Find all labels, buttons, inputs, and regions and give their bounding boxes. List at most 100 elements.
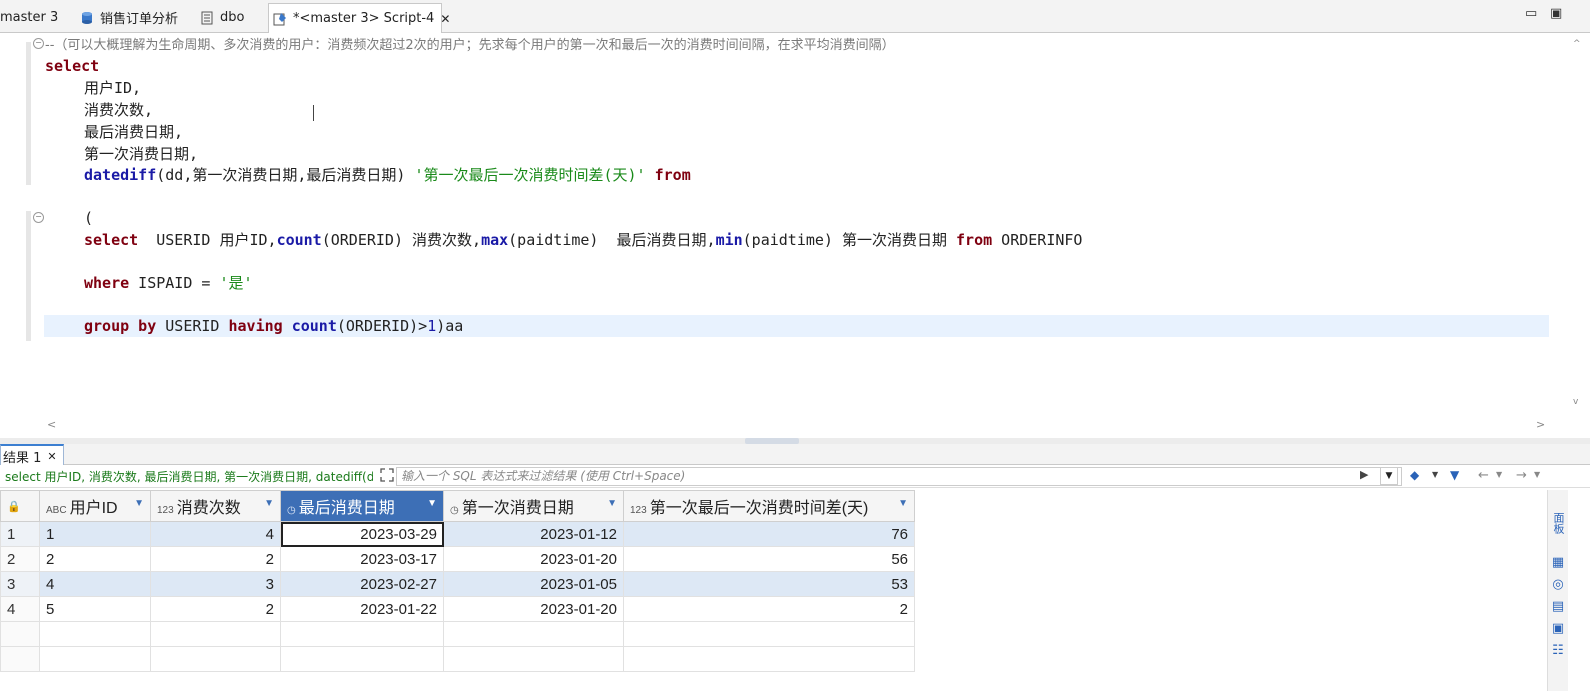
- fold-toggle-icon[interactable]: −: [33, 212, 44, 223]
- column-label: 第一次最后一次消费时间差(天): [649, 500, 869, 517]
- cell[interactable]: 1: [39, 521, 151, 547]
- tab-script-4[interactable]: *<master 3> Script-4 ✕: [268, 3, 450, 33]
- scroll-down-icon[interactable]: v: [1573, 397, 1578, 407]
- sort-dropdown-icon[interactable]: ▼: [264, 498, 274, 509]
- record-view-icon[interactable]: ◎: [1551, 578, 1565, 592]
- code-line-5: 最后消费日期,: [84, 123, 184, 141]
- cell[interactable]: 2023-01-20: [443, 596, 624, 622]
- tab-master-3[interactable]: master 3: [0, 4, 58, 31]
- editor-horizontal-scrollbar[interactable]: < >: [44, 417, 1568, 435]
- cell[interactable]: 2023-01-20: [443, 546, 624, 572]
- cell[interactable]: 76: [623, 521, 915, 547]
- tab-dbo[interactable]: dbo: [200, 4, 244, 31]
- code-line-14-current: group by USERID having count(ORDERID)>1)…: [44, 315, 1549, 337]
- close-icon[interactable]: ✕: [440, 12, 450, 26]
- header-row: 🔒 ABC 用户ID ▼ 123 消费次数 ▼ ◷ 最后消费日期 ▼ ◷ 第一次消费日期 ▼ 1…: [0, 490, 915, 522]
- result-side-panel: 面板 ▦ ◎ ▤ ▣ ☷: [1547, 490, 1568, 691]
- cell[interactable]: 2: [39, 546, 151, 572]
- tab-result-1[interactable]: 结果 1 ✕: [0, 444, 64, 467]
- cell[interactable]: 4: [39, 571, 151, 597]
- table-row[interactable]: 4 5 2 2023-01-22 2023-01-20 2: [0, 596, 915, 622]
- filter-input[interactable]: 输入一个 SQL 表达式来过滤结果 (使用 Ctrl+Space): [396, 467, 1402, 486]
- table-view-icon[interactable]: ▤: [1551, 600, 1565, 614]
- column-header-last-purchase-date[interactable]: ◷ 最后消费日期 ▼: [280, 490, 444, 522]
- cell-focused[interactable]: 2023-03-29: [280, 521, 444, 547]
- minimize-icon[interactable]: ▭: [1525, 6, 1537, 21]
- panel-view-icon[interactable]: ▣: [1551, 622, 1565, 636]
- settings-icon[interactable]: ☷: [1551, 644, 1565, 658]
- editor-gutter: − −: [0, 33, 44, 418]
- table-row[interactable]: 3 4 3 2023-02-27 2023-01-05 53: [0, 571, 915, 597]
- chevron-down-icon[interactable]: ▼: [1534, 470, 1540, 479]
- forward-icon[interactable]: →: [1516, 468, 1527, 483]
- column-label: 第一次消费日期: [461, 500, 574, 517]
- fold-toggle-icon[interactable]: −: [33, 38, 44, 49]
- expand-icon[interactable]: [380, 468, 394, 482]
- close-icon[interactable]: ✕: [47, 450, 56, 463]
- editor-vertical-scrollbar[interactable]: ^ v: [1568, 33, 1588, 418]
- result-grid[interactable]: 🔒 ABC 用户ID ▼ 123 消费次数 ▼ ◷ 最后消费日期 ▼ ◷ 第一次消费日期 ▼ 1…: [0, 490, 1568, 691]
- cell[interactable]: 2023-01-22: [280, 596, 444, 622]
- cell[interactable]: 2: [150, 546, 281, 572]
- sort-dropdown-icon[interactable]: ▼: [898, 498, 908, 509]
- chevron-down-icon[interactable]: ▼: [1496, 470, 1502, 479]
- cell[interactable]: 3: [150, 571, 281, 597]
- schema-icon: [200, 11, 214, 25]
- tab-label: dbo: [220, 10, 245, 25]
- column-label: 消费次数: [176, 500, 241, 517]
- code-line-2: select: [45, 57, 100, 75]
- script-icon: [273, 12, 287, 26]
- cell[interactable]: 5: [39, 596, 151, 622]
- back-icon[interactable]: ←: [1478, 468, 1489, 483]
- filter-history-dropdown-icon[interactable]: ▼: [1380, 467, 1398, 485]
- query-preview[interactable]: select 用户ID, 消费次数, 最后消费日期, 第一次消费日期, date…: [5, 468, 373, 485]
- panels-toggle[interactable]: 面板: [1550, 512, 1566, 534]
- cell[interactable]: 56: [623, 546, 915, 572]
- eraser-icon[interactable]: ◆: [1410, 468, 1419, 482]
- row-number: 2: [0, 546, 40, 572]
- column-header-days-between[interactable]: 123 第一次最后一次消费时间差(天) ▼: [623, 490, 915, 522]
- tab-label: *<master 3> Script-4: [293, 11, 435, 26]
- table-row[interactable]: 1 1 4 2023-03-29 2023-01-12 76: [0, 521, 915, 547]
- results-tab-strip: 结果 1 ✕: [0, 444, 1590, 467]
- editor-tab-bar: master 3 销售订单分析 dbo *<master 3> Script-4…: [0, 0, 1590, 33]
- run-filter-icon[interactable]: ▶: [1360, 468, 1368, 481]
- tab-label: master 3: [0, 10, 59, 25]
- scroll-left-icon[interactable]: <: [47, 418, 56, 431]
- sort-dropdown-icon[interactable]: ▼: [607, 498, 617, 509]
- maximize-icon[interactable]: ▣: [1550, 6, 1562, 21]
- grid-view-icon[interactable]: ▦: [1551, 556, 1565, 570]
- empty-row: [0, 646, 915, 672]
- cell[interactable]: 4: [150, 521, 281, 547]
- scroll-right-icon[interactable]: >: [1536, 418, 1545, 431]
- row-number: 3: [0, 571, 40, 597]
- cell[interactable]: 2023-03-17: [280, 546, 444, 572]
- code-line-4: 消费次数,: [84, 101, 154, 119]
- column-header-first-purchase-date[interactable]: ◷ 第一次消费日期 ▼: [443, 490, 624, 522]
- number-type-icon: 123: [157, 505, 174, 516]
- table-row[interactable]: 2 2 2 2023-03-17 2023-01-20 56: [0, 546, 915, 572]
- empty-row: [0, 621, 915, 647]
- cell[interactable]: 2023-01-05: [443, 571, 624, 597]
- result-filter-bar: select 用户ID, 消费次数, 最后消费日期, 第一次消费日期, date…: [0, 465, 1590, 488]
- column-header-user-id[interactable]: ABC 用户ID ▼: [39, 490, 151, 522]
- cell[interactable]: 2023-01-12: [443, 521, 624, 547]
- tab-sales-order-analysis[interactable]: 销售订单分析: [80, 4, 178, 31]
- cell[interactable]: 2: [623, 596, 915, 622]
- cell[interactable]: 2023-02-27: [280, 571, 444, 597]
- change-marker: [26, 211, 31, 341]
- chevron-down-icon[interactable]: ▼: [1432, 470, 1438, 479]
- cell[interactable]: 2: [150, 596, 281, 622]
- sort-dropdown-icon[interactable]: ▼: [134, 498, 144, 509]
- scroll-up-icon[interactable]: ^: [1573, 39, 1581, 49]
- filter-icon[interactable]: ▼: [1450, 468, 1459, 482]
- code-line-12: where ISPAID = '是': [84, 274, 253, 292]
- column-header-purchase-count[interactable]: 123 消费次数 ▼: [150, 490, 281, 522]
- database-icon: [80, 11, 94, 25]
- sort-dropdown-icon[interactable]: ▼: [427, 498, 437, 509]
- tab-label: 结果 1: [3, 450, 42, 466]
- clock-icon: ◷: [287, 505, 296, 516]
- code-line-10: select USERID 用户ID,count(ORDERID) 消费次数,m…: [84, 231, 1083, 249]
- cell[interactable]: 53: [623, 571, 915, 597]
- text-type-icon: ABC: [46, 505, 67, 516]
